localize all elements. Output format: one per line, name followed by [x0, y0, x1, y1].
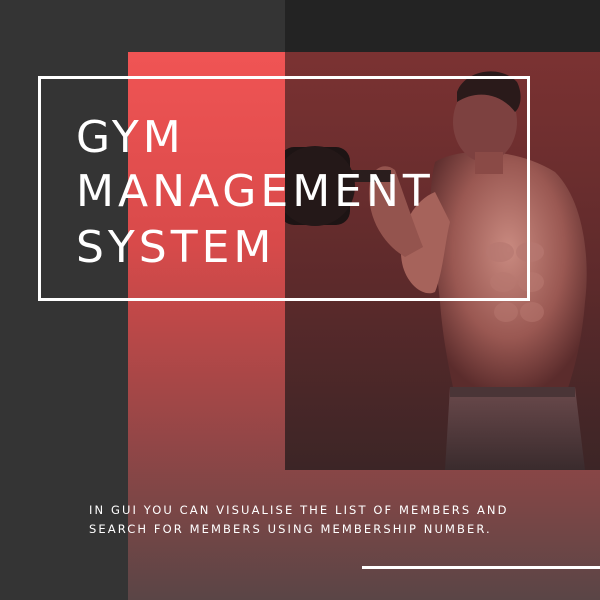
decorative-rule — [362, 566, 600, 569]
caption-line-2: SEARCH FOR MEMBERS USING MEMBERSHIP NUMB… — [89, 522, 492, 536]
title-line-system: SYSTEM — [76, 222, 276, 273]
title-line-gym: GYM — [76, 112, 185, 163]
title-line-management: MANAGEMENT — [76, 166, 434, 217]
poster: GYM MANAGEMENT SYSTEM IN GUI YOU CAN VIS… — [0, 0, 600, 600]
caption-line-1: IN GUI YOU CAN VISUALISE THE LIST OF MEM… — [89, 503, 509, 517]
